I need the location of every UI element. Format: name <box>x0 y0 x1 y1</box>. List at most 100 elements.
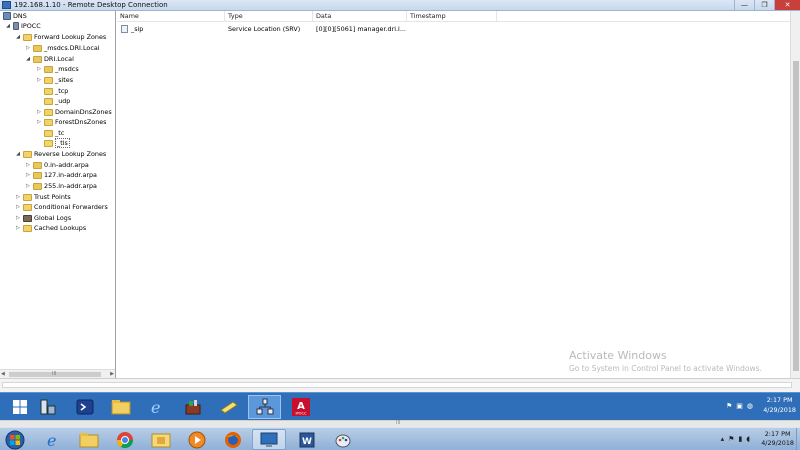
tree-item-sites[interactable]: ▷ _sites <box>36 75 73 85</box>
powershell-icon <box>76 399 93 415</box>
host-clock[interactable]: 2:17 PM 4/29/2018 <box>761 430 794 448</box>
server-clock[interactable]: 2:17 PM 4/29/2018 <box>763 395 796 415</box>
collapse-icon[interactable]: ◢ <box>5 23 11 29</box>
action-center-icon[interactable]: ⚑ <box>728 435 734 443</box>
activation-watermark: Activate Windows Go to System in Control… <box>569 349 762 373</box>
host-word[interactable]: W <box>290 429 324 450</box>
column-header-data[interactable]: Data <box>313 11 407 22</box>
host-file-explorer[interactable] <box>72 429 106 450</box>
scroll-thumb[interactable] <box>793 61 799 371</box>
zone-icon <box>33 182 42 190</box>
tree-item-tcp[interactable]: _tcp <box>44 86 68 96</box>
tree-item-zone-0[interactable]: ▷ 0.in-addr.arpa <box>25 160 89 170</box>
taskbar-internet-explorer[interactable]: e <box>140 395 173 419</box>
scroll-left-icon[interactable]: ◀ <box>1 371 5 377</box>
network-icon[interactable]: ▮ <box>738 435 742 443</box>
collapse-icon[interactable]: ◢ <box>15 34 21 40</box>
volume-icon[interactable]: ◖ <box>746 435 750 443</box>
expand-icon[interactable]: ▷ <box>15 194 21 200</box>
list-vertical-scrollbar[interactable] <box>790 11 800 378</box>
expand-icon[interactable]: ▷ <box>25 45 31 51</box>
column-header-timestamp[interactable]: Timestamp <box>407 11 497 22</box>
tree-item-global-logs[interactable]: ▷ Global Logs <box>15 213 71 223</box>
taskbar-powershell[interactable] <box>68 395 101 419</box>
tree-item-tls[interactable]: _tls <box>44 138 70 148</box>
expand-icon[interactable]: ▷ <box>36 119 42 125</box>
restore-button[interactable]: ❐ <box>754 0 774 10</box>
folder-icon <box>44 108 53 116</box>
table-row[interactable]: _sip Service Location (SRV) [0][0][5061]… <box>117 24 790 34</box>
expand-icon[interactable]: ▷ <box>25 172 31 178</box>
volume-muted-icon[interactable]: ◍ <box>747 402 753 410</box>
tree-item-server[interactable]: ◢ IPOCC <box>5 21 41 31</box>
expand-icon[interactable]: ▷ <box>25 183 31 189</box>
tree-horizontal-scrollbar[interactable]: ◀ III ▶ <box>0 369 115 378</box>
ipocc-icon: A IPOCC <box>291 398 310 416</box>
column-header-name[interactable]: Name <box>117 11 225 22</box>
tree-item-msdcs-zone[interactable]: ▷ _msdcs.DRI.Local <box>25 43 99 53</box>
tree-item-forest-dns-zones[interactable]: ▷ ForestDnsZones <box>36 117 106 127</box>
expand-icon[interactable]: ▷ <box>15 225 21 231</box>
tree-item-forward-lookup-zones[interactable]: ◢ Forward Lookup Zones <box>15 32 106 42</box>
host-media-player[interactable] <box>180 429 214 450</box>
column-header-type[interactable]: Type <box>225 11 313 22</box>
tree-item-zone-127[interactable]: ▷ 127.in-addr.arpa <box>25 170 97 180</box>
tree-item-udp[interactable]: _udp <box>44 96 70 106</box>
host-remote-desktop[interactable] <box>252 429 286 450</box>
minimize-button[interactable]: — <box>734 0 754 10</box>
host-paint[interactable] <box>326 429 360 450</box>
taskbar-dns-manager[interactable] <box>248 395 281 419</box>
expand-icon[interactable]: ▷ <box>36 66 42 72</box>
collapse-icon[interactable]: ◢ <box>25 56 31 62</box>
close-button[interactable]: ✕ <box>774 0 800 10</box>
tree-item-conditional-forwarders[interactable]: ▷ Conditional Forwarders <box>15 202 108 212</box>
show-desktop-button[interactable] <box>796 428 800 450</box>
internet-explorer-icon: e <box>47 431 56 449</box>
tree-item-zone-255[interactable]: ▷ 255.in-addr.arpa <box>25 181 97 191</box>
tree-item-tc[interactable]: _tc <box>44 128 64 138</box>
taskbar-ipocc[interactable]: A IPOCC <box>284 395 317 419</box>
tree-item-cached-lookups[interactable]: ▷ Cached Lookups <box>15 223 86 233</box>
collapse-icon[interactable]: ◢ <box>15 151 21 157</box>
network-icon[interactable]: ▣ <box>736 402 743 410</box>
firefox-icon <box>225 431 241 448</box>
tree-item-domain-dns-zones[interactable]: ▷ DomainDnsZones <box>36 107 112 117</box>
expand-icon[interactable]: ▷ <box>15 215 21 221</box>
taskbar-server-manager[interactable] <box>31 395 64 419</box>
rdp-title-bar[interactable]: 192.168.1.10 - Remote Desktop Connection… <box>0 0 800 11</box>
tree-item-dri-local[interactable]: ◢ DRI.Local <box>25 54 74 64</box>
host-internet-explorer[interactable]: e <box>36 429 70 450</box>
remote-session-scrollbar[interactable]: III <box>0 420 800 427</box>
expand-icon[interactable]: ▷ <box>15 204 21 210</box>
tree-item-msdcs[interactable]: ▷ _msdcs <box>36 64 79 74</box>
tree-item-reverse-lookup-zones[interactable]: ◢ Reverse Lookup Zones <box>15 149 106 159</box>
tree-item-dns[interactable]: DNS <box>3 11 27 21</box>
show-hidden-icons-icon[interactable]: ▴ <box>721 435 725 443</box>
folder-icon <box>23 224 32 232</box>
host-firefox[interactable] <box>216 429 250 450</box>
folder-icon <box>23 193 32 201</box>
scroll-right-icon[interactable]: ▶ <box>110 371 114 377</box>
folder-icon <box>44 118 53 126</box>
host-start-button[interactable] <box>2 429 28 450</box>
taskbar-notes[interactable] <box>212 395 245 419</box>
svg-text:e: e <box>47 431 56 449</box>
host-library[interactable] <box>144 429 178 450</box>
svg-text:IPOCC: IPOCC <box>295 412 307 416</box>
folder-icon <box>23 33 32 41</box>
remote-desktop-icon <box>2 1 11 9</box>
host-chrome[interactable] <box>108 429 142 450</box>
tree-item-trust-points[interactable]: ▷ Trust Points <box>15 192 71 202</box>
taskbar-toolbox[interactable] <box>176 395 209 419</box>
server-tray-icons: ⚑ ▣ ◍ <box>726 402 753 410</box>
expand-icon[interactable]: ▷ <box>36 77 42 83</box>
zone-icon <box>33 171 42 179</box>
expand-icon[interactable]: ▷ <box>25 162 31 168</box>
window-title: 192.168.1.10 - Remote Desktop Connection <box>14 1 168 9</box>
dns-tree-pane: DNS ◢ IPOCC ◢ Forward Lookup Zones ▷ _ms… <box>0 11 116 378</box>
records-list-pane: Name Type Data Timestamp _sip Service Lo… <box>117 11 790 378</box>
flag-icon[interactable]: ⚑ <box>726 402 732 410</box>
server-manager-icon <box>40 399 55 415</box>
expand-icon[interactable]: ▷ <box>36 109 42 115</box>
taskbar-file-explorer[interactable] <box>104 395 137 419</box>
